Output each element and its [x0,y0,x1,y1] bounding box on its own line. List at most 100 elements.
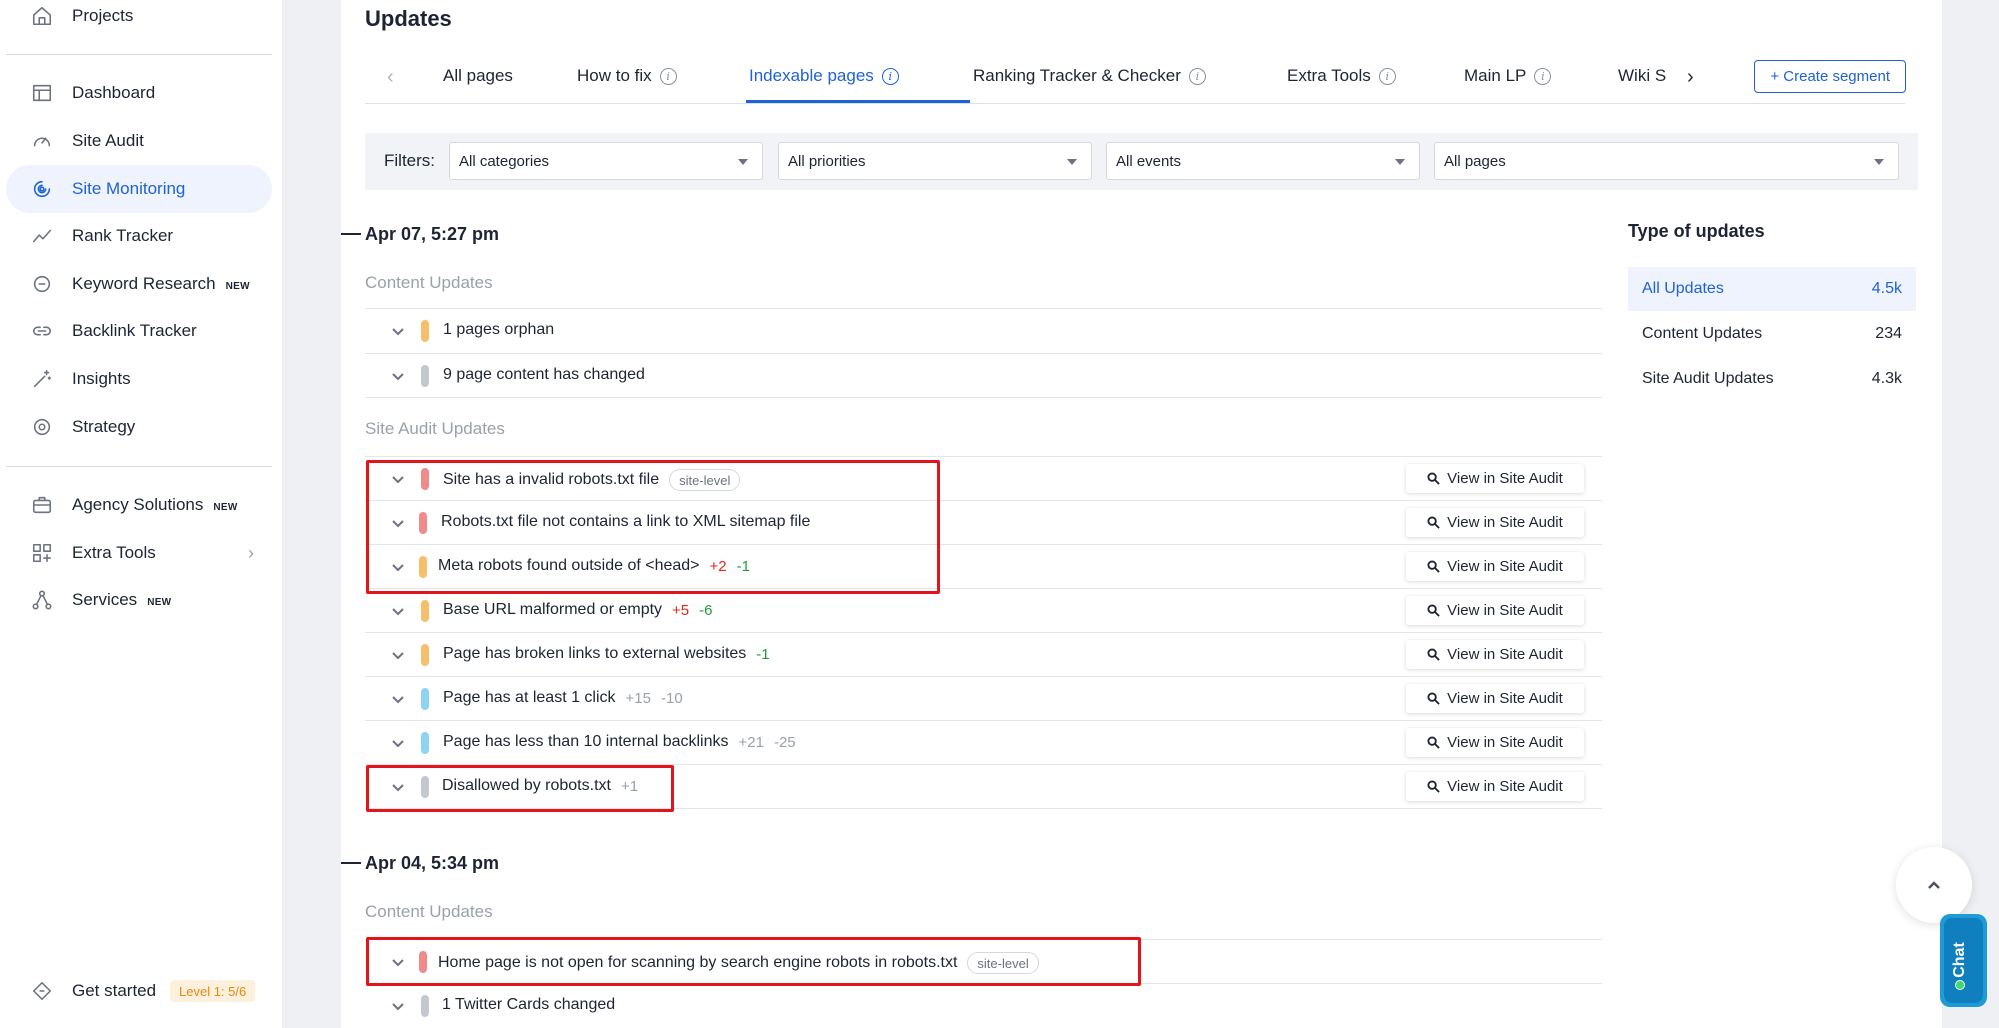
sidebar-item-label: Insights [72,369,131,388]
update-row[interactable]: Page has less than 10 internal backlinks… [365,721,1602,765]
active-tab-indicator [746,100,970,103]
tab-ranking-tracker[interactable]: Ranking Tracker & Checker i [973,66,1206,86]
sidebar-item-backlink-tracker[interactable]: Backlink Tracker [6,307,272,355]
priority-select[interactable]: All priorities [778,142,1092,180]
chevron-down-icon[interactable] [389,690,407,708]
group-date: Apr 04, 5:34 pm [365,853,500,873]
sidebar-item-strategy[interactable]: Strategy [6,403,272,451]
scroll-to-top-button[interactable] [1896,847,1972,923]
tab-all-pages[interactable]: All pages [443,66,513,86]
tab-scroll-right-icon[interactable]: › [1687,66,1694,89]
tab-wiki[interactable]: Wiki S [1618,66,1666,86]
chevron-down-icon[interactable] [389,734,407,752]
caret-down-icon [738,159,748,165]
keyword-icon [30,272,54,296]
sidebar-item-label: Services NEW [72,590,172,609]
update-text: Page has at least 1 click +15 -10 [443,689,683,707]
info-icon[interactable]: i [1188,67,1206,85]
view-in-site-audit-button[interactable]: View in Site Audit [1406,640,1584,669]
info-icon[interactable]: i [659,67,677,85]
chevron-down-icon[interactable] [389,322,407,340]
type-site-audit-updates[interactable]: Site Audit Updates 4.3k [1628,357,1916,401]
search-icon [1427,604,1440,617]
type-content-updates[interactable]: Content Updates 234 [1628,312,1916,356]
chevron-down-icon[interactable] [389,602,407,620]
tab-indexable-pages[interactable]: Indexable pages i [749,66,899,86]
removed-count: -6 [699,601,713,619]
sidebar-item-label: Extra Tools [72,543,156,562]
type-all-updates[interactable]: All Updates 4.5k [1628,267,1916,311]
chevron-down-icon[interactable] [389,646,407,664]
sidebar-item-agency-solutions[interactable]: Agency Solutions NEW [6,481,272,529]
sidebar-divider [6,466,272,467]
view-in-site-audit-button[interactable]: View in Site Audit [1406,684,1584,713]
sidebar: Projects Dashboard Site Audit Site Monit… [0,0,282,1028]
link-icon [30,319,54,343]
update-text: Page has less than 10 internal backlinks… [443,733,796,751]
tab-extra-tools[interactable]: Extra Tools i [1287,66,1396,86]
new-badge: NEW [213,502,238,513]
timeline-marker [341,233,361,235]
update-row[interactable]: Base URL malformed or empty +5 -6 View in … [365,589,1602,633]
sidebar-item-site-audit[interactable]: Site Audit [6,117,272,165]
level-badge: Level 1: 5/6 [170,980,256,1002]
search-icon [1427,648,1440,661]
create-segment-button[interactable]: + Create segment [1754,60,1906,93]
severity-indicator [421,600,429,622]
tab-how-to-fix[interactable]: How to fix i [577,66,677,86]
services-icon [30,588,54,612]
sidebar-item-rank-tracker[interactable]: Rank Tracker [6,212,272,260]
home-icon [30,4,54,28]
sidebar-item-projects[interactable]: Projects [6,0,272,40]
sidebar-item-label: Site Monitoring [72,179,186,198]
new-badge: NEW [147,597,172,608]
sidebar-item-dashboard[interactable]: Dashboard [6,69,272,117]
caret-down-icon [1067,159,1077,165]
view-in-site-audit-button[interactable]: View in Site Audit [1406,728,1584,757]
update-row[interactable]: Page has broken links to external websit… [365,633,1602,677]
info-icon[interactable]: i [1534,67,1552,85]
section-label: Content Updates [365,273,493,292]
view-in-site-audit-button[interactable]: View in Site Audit [1406,772,1584,801]
type-of-updates-title: Type of updates [1628,221,1765,241]
view-in-site-audit-button[interactable]: View in Site Audit [1406,596,1584,625]
tab-main-lp[interactable]: Main LP i [1464,66,1552,86]
sidebar-item-label: Site Audit [72,131,144,150]
tab-scroll-left-icon[interactable]: ‹ [387,66,394,89]
view-in-site-audit-button[interactable]: View in Site Audit [1406,464,1584,493]
search-icon [1427,472,1440,485]
chevron-down-icon[interactable] [389,367,407,385]
compass-icon [30,979,54,1003]
sidebar-item-services[interactable]: Services NEW [6,576,272,624]
chat-button[interactable]: Chat [1940,914,1987,1007]
removed-count: -10 [661,689,683,707]
event-select[interactable]: All events [1106,142,1420,180]
sidebar-item-label: Agency Solutions NEW [72,495,238,514]
view-in-site-audit-button[interactable]: View in Site Audit [1406,552,1584,581]
sidebar-item-insights[interactable]: Insights [6,355,272,403]
sidebar-item-keyword-research[interactable]: Keyword Research NEW [6,260,272,308]
update-text: 9 page content has changed [443,366,645,383]
added-count: +15 [625,689,651,707]
sidebar-item-label: Dashboard [72,83,156,102]
update-text: Page has broken links to external websit… [443,645,770,663]
update-row[interactable]: 1 Twitter Cards changed [365,984,1602,1028]
update-text: 1 pages orphan [443,321,555,338]
highlight-box [366,460,940,594]
update-row[interactable]: Page has at least 1 click +15 -10 View in … [365,677,1602,721]
section-label: Site Audit Updates [365,419,505,438]
type-count: 234 [1875,325,1902,342]
category-select[interactable]: All categories [449,142,763,180]
pages-select[interactable]: All pages [1434,142,1899,180]
view-in-site-audit-button[interactable]: View in Site Audit [1406,508,1584,537]
severity-indicator [421,995,429,1017]
update-row[interactable]: 9 page content has changed [365,354,1602,398]
info-icon[interactable]: i [1378,67,1396,85]
update-row[interactable]: 1 pages orphan [365,309,1602,353]
highlight-box [366,765,674,812]
sidebar-item-extra-tools[interactable]: Extra Tools › [6,529,272,577]
sidebar-item-site-monitoring[interactable]: Site Monitoring [6,165,272,213]
chevron-down-icon[interactable] [389,997,407,1015]
info-icon[interactable]: i [881,67,899,85]
filters-bar: Filters: All categories All priorities A… [365,133,1918,190]
